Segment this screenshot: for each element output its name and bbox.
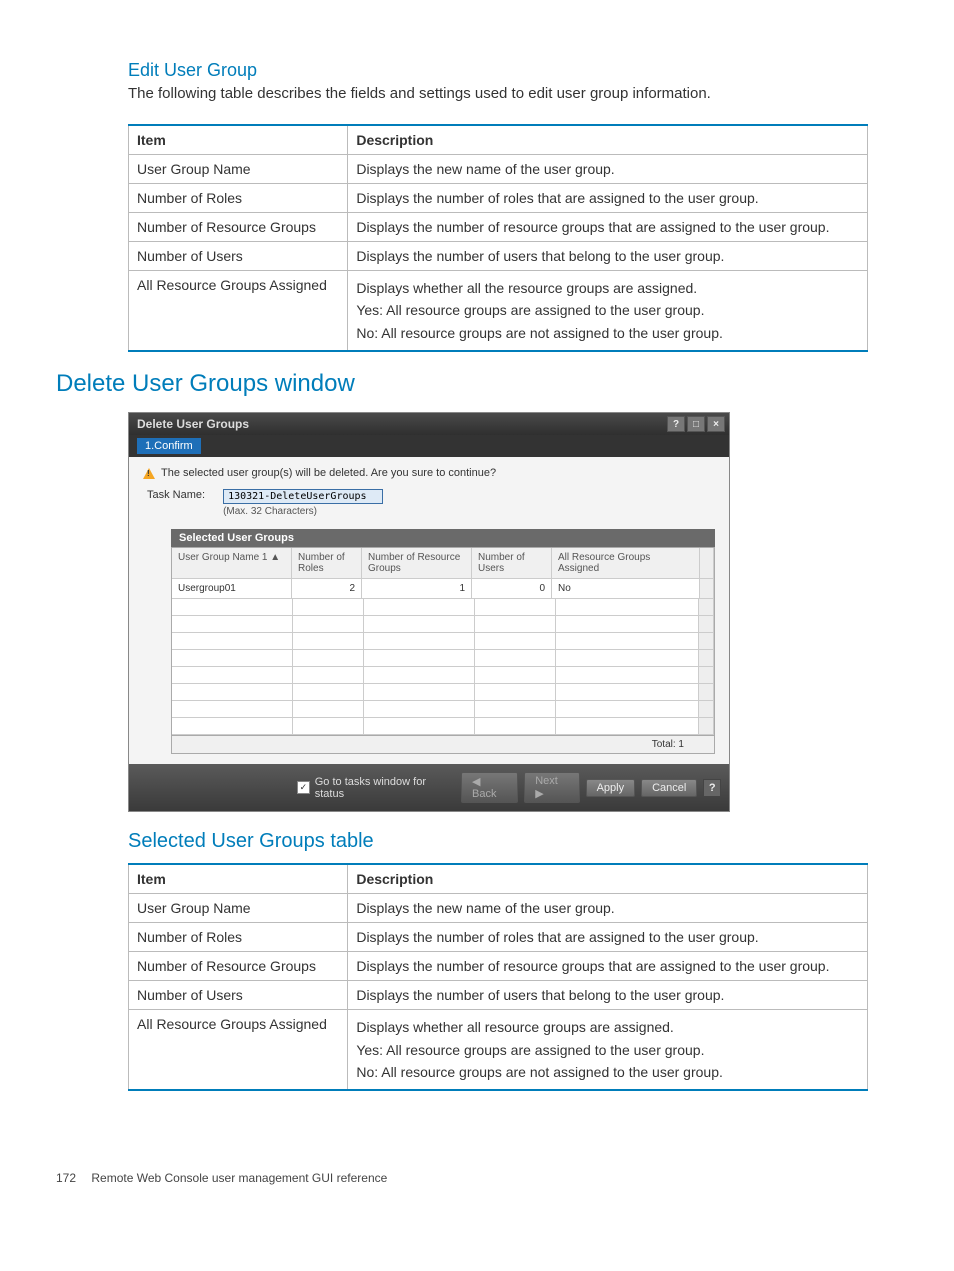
table-row: Number of Users Displays the number of u… <box>129 242 868 271</box>
desc-line: Yes: All resource groups are assigned to… <box>356 302 704 318</box>
selected-user-groups-grid: User Group Name 1 ▲ Number of Roles Numb… <box>171 547 715 754</box>
page-number: 172 <box>56 1171 76 1185</box>
cell-desc: Displays the number of resource groups t… <box>348 213 868 242</box>
table-row: Number of Resource Groups Displays the n… <box>129 213 868 242</box>
cell-item: All Resource Groups Assigned <box>129 1010 348 1091</box>
grid-empty-row <box>172 718 714 735</box>
cell-item: All Resource Groups Assigned <box>129 271 348 352</box>
table-row: Number of Roles Displays the number of r… <box>129 184 868 213</box>
cell-number-of-users: 0 <box>472 579 552 599</box>
cell-item: Number of Users <box>129 242 348 271</box>
heading-edit-user-group: Edit User Group <box>56 60 898 81</box>
cell-desc: Displays the new name of the user group. <box>348 155 868 184</box>
help-icon[interactable]: ? <box>703 779 721 797</box>
delete-user-groups-window: Delete User Groups ? □ × 1.Confirm The s… <box>128 412 730 812</box>
apply-button[interactable]: Apply <box>586 779 636 797</box>
cell-desc: Displays the new name of the user group. <box>348 894 868 923</box>
table-row: All Resource Groups Assigned Displays wh… <box>129 1010 868 1091</box>
grid-empty-row <box>172 684 714 701</box>
col-number-of-resource-groups[interactable]: Number of Resource Groups <box>362 548 472 579</box>
th-item: Item <box>129 125 348 155</box>
wizard-step-bar: 1.Confirm <box>129 435 729 457</box>
window-title: Delete User Groups <box>137 417 249 431</box>
edit-user-group-table: Item Description User Group Name Display… <box>128 124 868 352</box>
cell-desc: Displays the number of resource groups t… <box>348 952 868 981</box>
tasks-window-checkbox[interactable]: ✓ <box>297 781 310 794</box>
desc-line: Yes: All resource groups are assigned to… <box>356 1042 704 1058</box>
task-name-label: Task Name: <box>147 489 205 501</box>
wizard-step-label: 1.Confirm <box>137 438 201 454</box>
table-row: Number of Resource Groups Displays the n… <box>129 952 868 981</box>
selected-user-groups-table: Item Description User Group Name Display… <box>128 863 868 1091</box>
task-name-hint: (Max. 32 Characters) <box>223 506 383 517</box>
back-button[interactable]: ◀ Back <box>461 772 518 803</box>
desc-line: No: All resource groups are not assigned… <box>356 1064 723 1080</box>
grid-empty-row <box>172 667 714 684</box>
cell-user-group-name: Usergroup01 <box>172 579 292 599</box>
cell-item: Number of Roles <box>129 923 348 952</box>
intro-text: The following table describes the fields… <box>56 85 898 102</box>
cell-desc: Displays the number of users that belong… <box>348 242 868 271</box>
cell-desc: Displays whether all the resource groups… <box>348 271 868 352</box>
grid-empty-row <box>172 616 714 633</box>
cell-desc: Displays the number of users that belong… <box>348 981 868 1010</box>
warning-icon <box>143 468 155 479</box>
tasks-window-checkbox-label: Go to tasks window for status <box>315 776 455 800</box>
cancel-button[interactable]: Cancel <box>641 779 697 797</box>
grid-header: User Group Name 1 ▲ Number of Roles Numb… <box>172 548 714 579</box>
th-item: Item <box>129 864 348 894</box>
grid-empty-row <box>172 633 714 650</box>
table-row: User Group Name Displays the new name of… <box>129 155 868 184</box>
th-description: Description <box>348 864 868 894</box>
window-help-icon[interactable]: ? <box>667 416 685 432</box>
next-button[interactable]: Next ▶ <box>524 772 579 803</box>
desc-line: Displays whether all the resource groups… <box>356 280 697 296</box>
grid-empty-row <box>172 599 714 616</box>
footer-text: Remote Web Console user management GUI r… <box>91 1171 387 1185</box>
table-row: Number of Users Displays the number of u… <box>129 981 868 1010</box>
table-row: User Group Name Displays the new name of… <box>129 894 868 923</box>
cell-item: Number of Resource Groups <box>129 952 348 981</box>
desc-line: Displays whether all resource groups are… <box>356 1019 674 1035</box>
cell-number-of-roles: 2 <box>292 579 362 599</box>
cell-item: Number of Resource Groups <box>129 213 348 242</box>
window-maximize-icon[interactable]: □ <box>687 416 705 432</box>
cell-desc: Displays the number of roles that are as… <box>348 184 868 213</box>
col-number-of-users[interactable]: Number of Users <box>472 548 552 579</box>
cell-desc: Displays whether all resource groups are… <box>348 1010 868 1091</box>
col-user-group-name[interactable]: User Group Name 1 ▲ <box>172 548 292 579</box>
cell-all-resource-groups-assigned: No <box>552 579 700 599</box>
window-titlebar: Delete User Groups ? □ × <box>129 413 729 435</box>
heading-delete-user-groups-window: Delete User Groups window <box>56 370 898 398</box>
panel-title: Selected User Groups <box>171 529 715 547</box>
cell-item: Number of Users <box>129 981 348 1010</box>
task-name-input[interactable] <box>223 489 383 504</box>
window-footer: ✓ Go to tasks window for status ◀ Back N… <box>129 764 729 811</box>
grid-empty-row <box>172 650 714 667</box>
col-number-of-roles[interactable]: Number of Roles <box>292 548 362 579</box>
heading-selected-user-groups-table: Selected User Groups table <box>56 830 898 853</box>
th-description: Description <box>348 125 868 155</box>
table-row: Number of Roles Displays the number of r… <box>129 923 868 952</box>
desc-line: No: All resource groups are not assigned… <box>356 325 723 341</box>
grid-row[interactable]: Usergroup01 2 1 0 No <box>172 579 714 599</box>
window-close-icon[interactable]: × <box>707 416 725 432</box>
grid-empty-row <box>172 701 714 718</box>
cell-desc: Displays the number of roles that are as… <box>348 923 868 952</box>
grid-total: Total: 1 <box>172 735 714 753</box>
cell-item: User Group Name <box>129 894 348 923</box>
cell-number-of-resource-groups: 1 <box>362 579 472 599</box>
cell-item: User Group Name <box>129 155 348 184</box>
window-body: The selected user group(s) will be delet… <box>129 457 729 764</box>
page-footer: 172 Remote Web Console user management G… <box>56 1171 898 1185</box>
col-all-resource-groups-assigned[interactable]: All Resource Groups Assigned <box>552 548 700 579</box>
cell-item: Number of Roles <box>129 184 348 213</box>
grid-scrollbar[interactable] <box>700 548 714 579</box>
grid-scrollbar[interactable] <box>700 579 714 599</box>
warning-text: The selected user group(s) will be delet… <box>161 467 496 479</box>
table-row: All Resource Groups Assigned Displays wh… <box>129 271 868 352</box>
selected-user-groups-panel: Selected User Groups User Group Name 1 ▲… <box>171 529 715 754</box>
